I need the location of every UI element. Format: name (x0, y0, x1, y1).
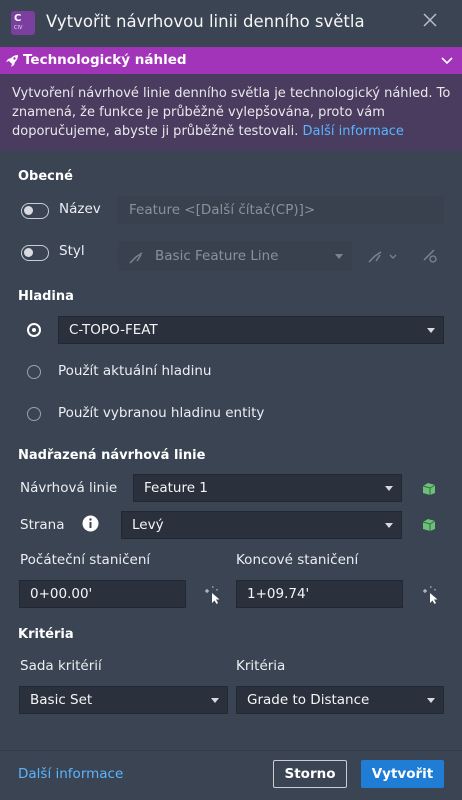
chevron-down-icon (427, 328, 435, 333)
layer-radio-current[interactable] (27, 365, 41, 379)
section-criteria-header: Kritéria (18, 627, 74, 642)
feature-line-style-icon (129, 252, 143, 264)
chevron-down-icon[interactable] (441, 56, 453, 66)
name-input-text: Feature <[Další čítač(CP)]> (129, 202, 316, 218)
side-dropdown[interactable]: Levý (121, 511, 402, 539)
start-station-value: 0+00.00' (30, 586, 93, 602)
criteria-set-dropdown[interactable]: Basic Set (19, 686, 228, 714)
close-icon[interactable] (421, 11, 439, 29)
style-dropdown[interactable]: Basic Feature Line (118, 241, 352, 271)
layer-radio-entity[interactable] (27, 407, 41, 421)
style-label: Styl (59, 243, 85, 259)
dialog-title: Vytvořit návrhovou linii denního světla (46, 12, 365, 31)
style-toggle[interactable] (21, 245, 49, 261)
end-station-label: Koncové staničení (236, 552, 359, 568)
style-edit-icon[interactable] (366, 247, 402, 265)
criteria-dropdown[interactable]: Grade to Distance (236, 686, 444, 714)
create-button[interactable]: Vytvořit (361, 760, 444, 788)
pick-start-station-icon[interactable] (203, 585, 223, 605)
chevron-down-icon (385, 486, 393, 491)
tech-preview-title: Technologický náhled (23, 52, 187, 68)
select-featureline-icon[interactable] (421, 480, 437, 496)
layer-radio-specific[interactable] (27, 323, 41, 337)
layer-dropdown[interactable]: C-TOPO-FEAT (58, 316, 444, 344)
section-parent-header: Nadřazená návrhová linie (18, 448, 206, 463)
tech-preview-link[interactable]: Další informace (303, 124, 404, 139)
criteria-set-label: Sada kritérií (20, 658, 102, 674)
criteria-label: Kritéria (236, 658, 286, 674)
select-side-icon[interactable] (421, 516, 437, 532)
chevron-down-icon (335, 254, 343, 259)
start-station-label: Počáteční staničení (20, 552, 151, 568)
layer-dropdown-value: C-TOPO-FEAT (69, 322, 158, 338)
layer-option-entity-label: Použít vybranou hladinu entity (58, 405, 265, 421)
section-layer-header: Hladina (18, 289, 74, 304)
name-toggle[interactable] (21, 203, 49, 219)
info-icon[interactable] (82, 515, 99, 532)
name-input[interactable]: Feature <[Další čítač(CP)]> (118, 196, 444, 224)
name-label: Název (59, 201, 101, 217)
rocket-icon (6, 55, 18, 67)
chevron-down-icon (385, 523, 393, 528)
end-station-input[interactable]: 1+09.74' (236, 580, 403, 608)
pick-end-station-icon[interactable] (421, 585, 441, 605)
layer-option-current-label: Použít aktuální hladinu (58, 363, 212, 379)
start-station-input[interactable]: 0+00.00' (19, 580, 186, 608)
more-info-link[interactable]: Další informace (18, 766, 123, 782)
chevron-down-icon (211, 698, 219, 703)
featureline-dropdown-value: Feature 1 (144, 480, 208, 496)
cancel-button[interactable]: Storno (273, 760, 347, 788)
side-label: Strana (20, 517, 65, 533)
style-dropdown-value: Basic Feature Line (155, 248, 279, 264)
featureline-label: Návrhová linie (20, 480, 118, 496)
end-station-value: 1+09.74' (247, 586, 310, 602)
tech-preview-text: Vytvoření návrhové linie denního světla … (12, 86, 451, 139)
featureline-dropdown[interactable]: Feature 1 (133, 474, 402, 502)
criteria-set-value: Basic Set (30, 692, 93, 708)
style-pick-icon[interactable] (421, 247, 439, 265)
civil3d-app-icon: C CIV (11, 11, 35, 35)
criteria-value: Grade to Distance (247, 692, 370, 708)
side-dropdown-value: Levý (132, 517, 164, 533)
chevron-down-icon (427, 698, 435, 703)
section-general-header: Obecné (18, 169, 73, 184)
